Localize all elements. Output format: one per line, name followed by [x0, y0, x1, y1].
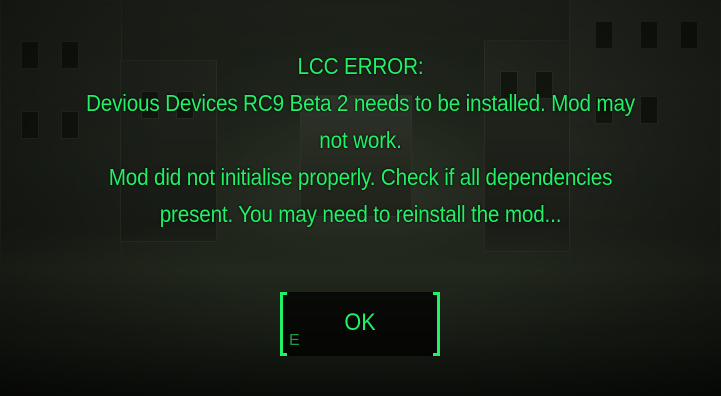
ok-hotkey-hint: E	[289, 332, 300, 349]
error-line: present. You may need to reinstall the m…	[159, 201, 562, 227]
ok-button[interactable]: OK E	[280, 292, 440, 356]
error-message: LCC ERROR: Devious Devices RC9 Beta 2 ne…	[45, 48, 676, 233]
ok-button-label: OK	[344, 309, 376, 336]
bracket-right	[433, 292, 440, 356]
bracket-left	[280, 292, 287, 356]
error-line: not work.	[319, 127, 402, 153]
error-title: LCC ERROR:	[297, 53, 424, 79]
game-screen: LCC ERROR: Devious Devices RC9 Beta 2 ne…	[0, 0, 721, 396]
error-line: Mod did not initialise properly. Check i…	[108, 164, 613, 190]
error-line: Devious Devices RC9 Beta 2 needs to be i…	[86, 90, 635, 116]
